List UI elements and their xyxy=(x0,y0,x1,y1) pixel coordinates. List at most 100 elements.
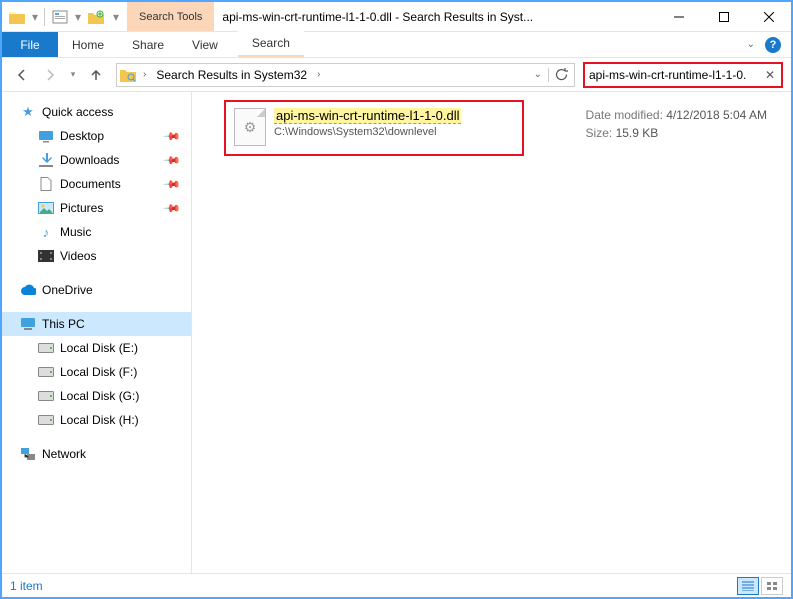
dll-file-icon: ⚙ xyxy=(234,108,266,146)
up-button[interactable] xyxy=(84,63,108,87)
result-filename: api-ms-win-crt-runtime-l1-1-0.dll xyxy=(274,108,461,124)
picture-icon xyxy=(38,200,54,216)
recent-dropdown-icon[interactable]: ▾ xyxy=(66,63,80,87)
size-label: Size: xyxy=(586,126,613,140)
file-tab[interactable]: File xyxy=(2,32,58,57)
drive-icon xyxy=(38,412,54,428)
cloud-icon xyxy=(20,282,36,298)
drive-icon xyxy=(38,364,54,380)
qat-customize-icon[interactable]: ▾ xyxy=(109,6,123,28)
nav-documents[interactable]: Documents 📌 xyxy=(2,172,191,196)
nav-label: OneDrive xyxy=(42,283,93,297)
status-bar: 1 item xyxy=(2,573,791,597)
explorer-window: ▾ ▾ ▾ Search Tools api-ms-win-crt-runtim… xyxy=(0,0,793,599)
chevron-right-icon[interactable]: › xyxy=(313,69,324,80)
details-view-button[interactable] xyxy=(737,577,759,595)
nav-desktop[interactable]: Desktop 📌 xyxy=(2,124,191,148)
size-value: 15.9 KB xyxy=(616,126,659,140)
chevron-right-icon[interactable]: › xyxy=(139,69,150,80)
search-tools-context-tab[interactable]: Search Tools xyxy=(127,2,214,31)
drive-icon xyxy=(38,340,54,356)
pc-icon xyxy=(20,316,36,332)
properties-icon[interactable] xyxy=(49,6,71,28)
nav-drive[interactable]: Local Disk (F:) xyxy=(2,360,191,384)
search-result-item[interactable]: ⚙ api-ms-win-crt-runtime-l1-1-0.dll C:\W… xyxy=(224,100,524,156)
nav-pictures[interactable]: Pictures 📌 xyxy=(2,196,191,220)
date-modified-label: Date modified: xyxy=(586,108,663,122)
pin-icon: 📌 xyxy=(163,199,182,218)
body: ★ Quick access Desktop 📌 Downloads 📌 Doc… xyxy=(2,92,791,573)
context-tab-label: Search Tools xyxy=(139,11,202,23)
download-icon xyxy=(38,152,54,168)
minimize-button[interactable] xyxy=(656,2,701,31)
desktop-icon xyxy=(38,128,54,144)
content-area: ⚙ api-ms-win-crt-runtime-l1-1-0.dll C:\W… xyxy=(192,92,791,573)
star-icon: ★ xyxy=(20,104,36,120)
new-folder-icon[interactable] xyxy=(85,6,107,28)
nav-label: Documents xyxy=(60,177,121,191)
back-button[interactable] xyxy=(10,63,34,87)
quick-access-toolbar: ▾ ▾ ▾ xyxy=(2,2,127,31)
search-location-icon xyxy=(119,66,137,84)
ribbon-tab-home[interactable]: Home xyxy=(58,32,118,57)
nav-label: Desktop xyxy=(60,129,104,143)
ribbon-tabs: File Home Share View Search ⌄ ? xyxy=(2,32,791,58)
address-dropdown-icon[interactable]: ⌄ xyxy=(530,69,546,80)
address-bar-row: ▾ › Search Results in System32 › ⌄ ✕ xyxy=(2,58,791,92)
ribbon-tab-search[interactable]: Search xyxy=(238,31,304,57)
folder-icon[interactable] xyxy=(6,6,28,28)
nav-label: Local Disk (G:) xyxy=(60,389,139,403)
nav-drive[interactable]: Local Disk (E:) xyxy=(2,336,191,360)
qat-dropdown-icon[interactable]: ▾ xyxy=(73,6,83,28)
nav-downloads[interactable]: Downloads 📌 xyxy=(2,148,191,172)
video-icon xyxy=(38,248,54,264)
search-input[interactable] xyxy=(589,68,763,82)
nav-drive[interactable]: Local Disk (G:) xyxy=(2,384,191,408)
pin-icon: 📌 xyxy=(163,127,182,146)
quick-access-header[interactable]: ★ Quick access xyxy=(2,100,191,124)
ribbon-tab-share[interactable]: Share xyxy=(118,32,178,57)
this-pc-header[interactable]: This PC xyxy=(2,312,191,336)
nav-label: Local Disk (H:) xyxy=(60,413,139,427)
nav-label: Local Disk (F:) xyxy=(60,365,137,379)
document-icon xyxy=(38,176,54,192)
ribbon-expand-icon[interactable]: ⌄ xyxy=(747,39,755,50)
window-title: api-ms-win-crt-runtime-l1-1-0.dll - Sear… xyxy=(214,2,656,31)
large-icons-view-button[interactable] xyxy=(761,577,783,595)
nav-label: Local Disk (E:) xyxy=(60,341,138,355)
drive-icon xyxy=(38,388,54,404)
onedrive-header[interactable]: OneDrive xyxy=(2,278,191,302)
nav-drive[interactable]: Local Disk (H:) xyxy=(2,408,191,432)
breadcrumb-location[interactable]: Search Results in System32 xyxy=(152,68,311,82)
item-count: 1 item xyxy=(10,579,43,593)
result-metadata: Date modified: 4/12/2018 5:04 AM Size: 1… xyxy=(586,106,767,142)
network-icon xyxy=(20,446,36,462)
result-path: C:\Windows\System32\downlevel xyxy=(274,126,461,138)
nav-label: Music xyxy=(60,225,91,239)
nav-label: Quick access xyxy=(42,105,113,119)
title-bar: ▾ ▾ ▾ Search Tools api-ms-win-crt-runtim… xyxy=(2,2,791,32)
search-box[interactable]: ✕ xyxy=(583,62,783,88)
forward-button[interactable] xyxy=(38,63,62,87)
maximize-button[interactable] xyxy=(701,2,746,31)
nav-label: Videos xyxy=(60,249,96,263)
window-controls xyxy=(656,2,791,31)
nav-music[interactable]: ♪ Music xyxy=(2,220,191,244)
breadcrumb[interactable]: › Search Results in System32 › ⌄ xyxy=(116,63,575,87)
ribbon-tab-view[interactable]: View xyxy=(178,32,232,57)
nav-label: Pictures xyxy=(60,201,103,215)
nav-label: Downloads xyxy=(60,153,119,167)
navigation-pane: ★ Quick access Desktop 📌 Downloads 📌 Doc… xyxy=(2,92,192,573)
nav-label: Network xyxy=(42,447,86,461)
qat-dropdown-icon[interactable]: ▾ xyxy=(30,6,40,28)
pin-icon: 📌 xyxy=(163,151,182,170)
close-button[interactable] xyxy=(746,2,791,31)
date-modified-value: 4/12/2018 5:04 AM xyxy=(666,108,767,122)
music-icon: ♪ xyxy=(38,224,54,240)
help-icon[interactable]: ? xyxy=(765,37,781,53)
clear-search-icon[interactable]: ✕ xyxy=(763,68,777,82)
refresh-button[interactable] xyxy=(548,68,572,82)
nav-videos[interactable]: Videos xyxy=(2,244,191,268)
network-header[interactable]: Network xyxy=(2,442,191,466)
pin-icon: 📌 xyxy=(163,175,182,194)
